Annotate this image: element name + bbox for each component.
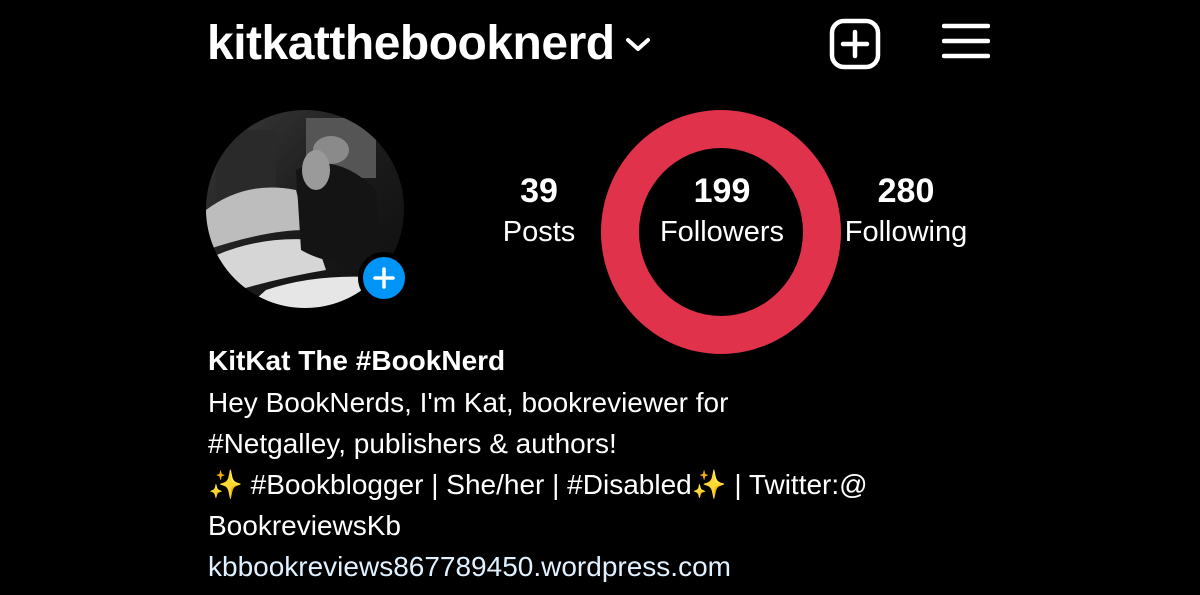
bio-line-3: ✨ #Bookblogger | She/her | #Disabled✨ | … [208,464,1168,505]
bio-line-4: BookreviewsKb [208,510,401,541]
following-count: 280 [877,172,935,210]
bio-line-1: Hey BookNerds, I'm Kat, bookreviewer for [208,387,729,418]
posts-stat[interactable]: 39 Posts [489,170,589,252]
posts-count: 39 [520,172,558,210]
sparkles-icon: ✨ [208,469,243,500]
plus-square-icon[interactable] [829,18,881,75]
plus-icon [373,267,395,289]
bio-line-2: #Netgalley, publishers & authors! [208,428,617,459]
profile-avatar[interactable] [206,110,410,308]
sparkles-icon: ✨ [691,469,727,500]
highlight-circle-annotation [601,110,841,354]
bio-line-3-tail: | Twitter:@ [726,469,868,500]
website-link[interactable]: kbbookreviews867789450.wordpress.com [208,546,1168,587]
bio-line-3-text: #Bookblogger | She/her | #Disabled [242,469,692,500]
username: kitkatthebooknerd [207,17,615,70]
add-story-button[interactable] [358,252,410,304]
posts-label: Posts [502,216,576,248]
following-stat[interactable]: 280 Following [836,170,976,252]
following-label: Following [844,216,968,248]
profile-bio: KitKat The #BookNerd Hey BookNerds, I'm … [208,340,1168,587]
display-name: KitKat The #BookNerd [208,345,506,376]
hamburger-menu-icon[interactable] [941,22,991,67]
username-switcher[interactable]: kitkatthebooknerd [207,14,651,74]
chevron-down-icon [625,36,651,59]
